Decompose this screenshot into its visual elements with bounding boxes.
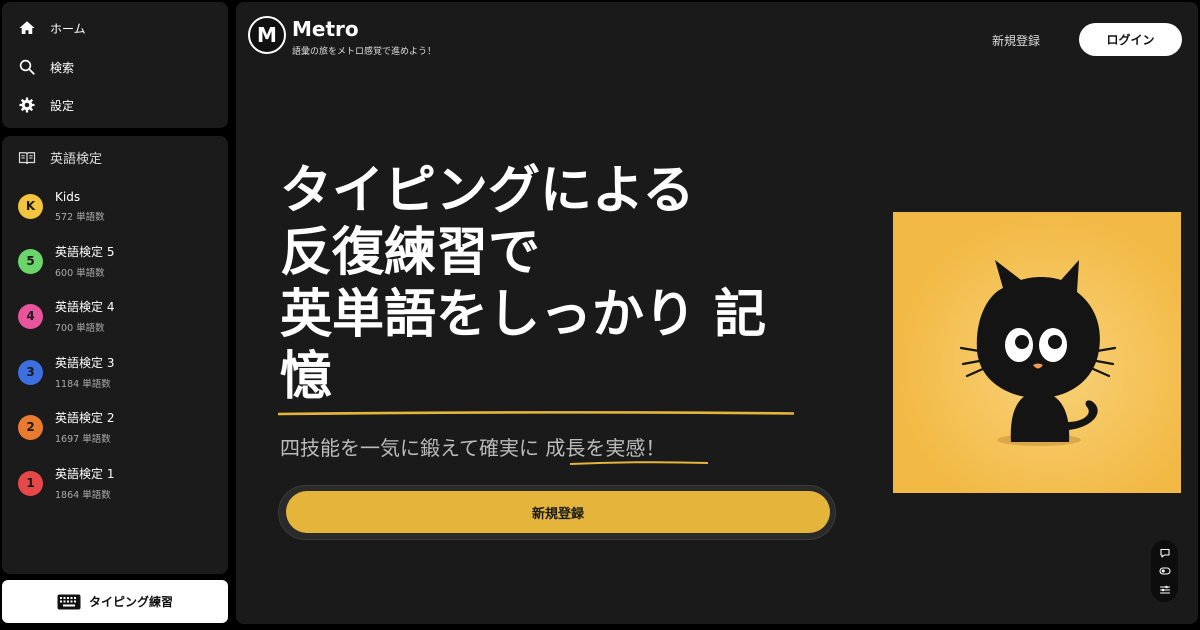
hero-subtitle-emphasis: 成長を実感！ (545, 436, 666, 460)
hero-heading: タイピングによる 反復練習で 英単語をしっかり 記 憶 (280, 160, 820, 408)
course-name: 英語検定 3 (55, 356, 115, 370)
course-list-title: 英語検定 (50, 152, 103, 167)
toggle-icon[interactable] (1158, 565, 1171, 577)
course-word-count: 600 単語数 (55, 268, 105, 279)
course-name: 英語検定 5 (55, 245, 115, 259)
course-item-grade-4[interactable]: 4 英語検定 4 700 単語数 (18, 296, 218, 336)
hero-underline (278, 411, 794, 416)
course-item-grade-2[interactable]: 2 英語検定 2 1697 単語数 (18, 407, 218, 447)
sidebar-item-label: 設定 (50, 98, 75, 113)
sidebar-nav: ホーム 検索 設定 (2, 2, 228, 128)
course-badge: 3 (18, 359, 43, 385)
cat-illustration (893, 212, 1181, 493)
hero-line-2: 反復練習で (280, 223, 541, 283)
course-word-count: 572 単語数 (55, 211, 105, 223)
brand-logo[interactable]: M (248, 16, 286, 54)
course-badge: 1 (18, 470, 43, 496)
book-icon (18, 151, 36, 164)
hero-line-3: 英単語をしっかり 記 (280, 285, 767, 345)
sidebar-item-label: ホーム (50, 21, 86, 36)
sliders-icon[interactable] (1159, 584, 1171, 596)
signup-cta-button[interactable]: 新規登録 (286, 491, 830, 533)
course-word-count: 1697 単語数 (55, 434, 111, 445)
floating-toolbar (1151, 540, 1178, 602)
chat-icon[interactable] (1159, 547, 1171, 559)
course-name: 英語検定 1 (55, 467, 115, 481)
course-name: 英語検定 2 (55, 411, 115, 425)
main-content: M Metro 語彙の旅をメトロ感覚で進めよう！ 新規登録 ログイン タイピング… (236, 2, 1198, 624)
login-button[interactable]: ログイン (1079, 23, 1182, 56)
course-item-grade-1[interactable]: 1 英語検定 1 1864 単語数 (18, 463, 218, 503)
hero-subtitle: 四技能を一気に鍛えて確実に 成長を実感！ (280, 432, 665, 461)
typing-practice-label: タイピング練習 (88, 595, 173, 609)
sidebar-item-search[interactable]: 検索 (18, 55, 74, 79)
hero-line-1: タイピングによる (280, 161, 695, 221)
keyboard-icon (57, 594, 81, 609)
course-word-count: 1864 単語数 (55, 490, 111, 501)
home-icon (19, 21, 35, 34)
course-badge: K (18, 193, 43, 219)
typing-practice-button[interactable]: タイピング練習 (2, 580, 228, 623)
sidebar-item-settings[interactable]: 設定 (18, 93, 74, 117)
subtitle-underline (570, 461, 708, 465)
hero-highlight: 反復練習で (276, 222, 546, 284)
course-word-count: 1184 単語数 (55, 379, 111, 390)
course-word-count: 700 単語数 (55, 323, 105, 334)
hero-subtitle-text: 四技能を一気に鍛えて確実に (280, 436, 546, 460)
course-item-grade-5[interactable]: 5 英語検定 5 600 単語数 (18, 241, 218, 281)
brand-tagline: 語彙の旅をメトロ感覚で進めよう！ (292, 47, 437, 57)
course-list: 英語検定 K Kids 572 単語数 5 英語検定 5 600 単語数 4 英語検… (2, 136, 228, 574)
sidebar-item-label: 検索 (50, 60, 75, 75)
course-badge: 4 (18, 303, 43, 329)
sidebar-item-home[interactable]: ホーム (18, 16, 86, 40)
course-list-header: 英語検定 (18, 148, 102, 167)
search-icon (19, 59, 35, 75)
course-badge: 2 (18, 414, 43, 440)
course-badge: 5 (18, 248, 43, 274)
course-item-kids[interactable]: K Kids 572 単語数 (18, 186, 218, 226)
signup-link[interactable]: 新規登録 (992, 32, 1040, 49)
course-name: 英語検定 4 (55, 300, 115, 314)
brand-name: Metro (292, 17, 359, 41)
gear-icon (19, 97, 35, 113)
course-name: Kids (55, 189, 81, 204)
course-item-grade-3[interactable]: 3 英語検定 3 1184 単語数 (18, 352, 218, 392)
hero-line-4: 憶 (280, 347, 333, 407)
